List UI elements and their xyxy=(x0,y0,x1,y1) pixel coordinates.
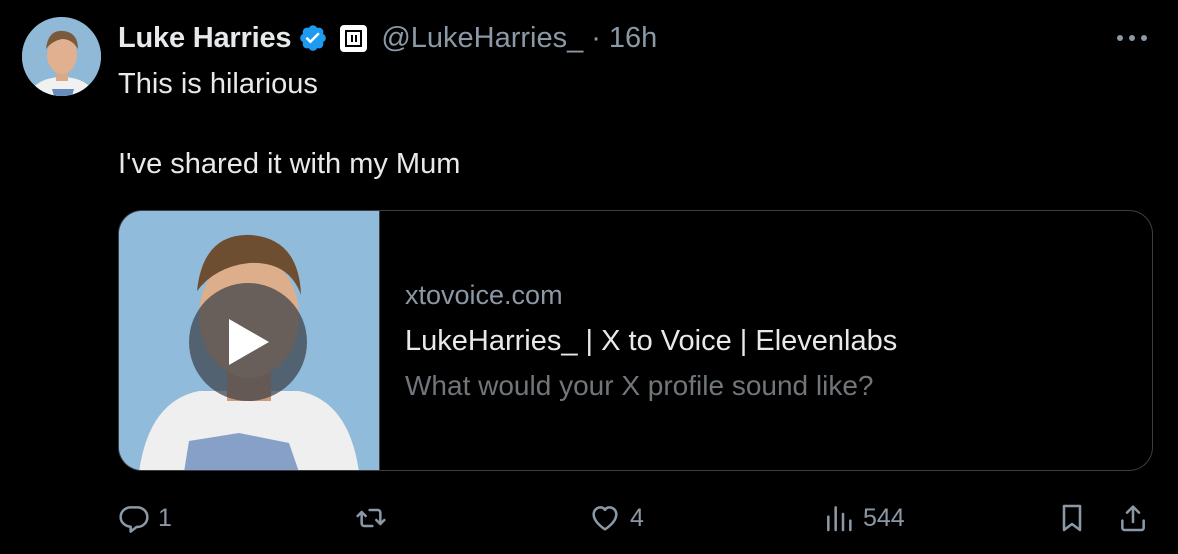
play-icon xyxy=(229,319,269,365)
bookmark-icon xyxy=(1062,504,1082,532)
heart-icon xyxy=(592,506,618,531)
tweet-text-line-1: This is hilarious xyxy=(118,68,318,100)
like-count: 4 xyxy=(630,503,644,532)
like-button[interactable]: 4 xyxy=(588,496,644,540)
tweet-header: Luke Harries @LukeHarries_ · 16h xyxy=(118,18,657,58)
link-card[interactable]: xtovoice.com LukeHarries_ | X to Voice |… xyxy=(118,210,1153,471)
display-name[interactable]: Luke Harries xyxy=(118,22,292,55)
more-button[interactable] xyxy=(1114,26,1150,50)
repost-button[interactable] xyxy=(354,496,396,540)
action-bar: 1 4 544 xyxy=(0,496,1178,540)
card-description: What would your X profile sound like? xyxy=(405,369,874,401)
handle[interactable]: @LukeHarries_ xyxy=(381,22,583,55)
card-title: LukeHarries_ | X to Voice | Elevenlabs xyxy=(405,324,898,357)
reply-button[interactable]: 1 xyxy=(118,496,172,540)
views-count: 544 xyxy=(863,503,905,532)
play-button[interactable] xyxy=(189,283,307,401)
tweet-text-line-2: I've shared it with my Mum xyxy=(118,148,461,180)
views-icon xyxy=(827,506,852,532)
tweet: Luke Harries @LukeHarries_ · 16h This is… xyxy=(0,0,1178,554)
repost-icon xyxy=(356,508,386,528)
more-icon xyxy=(1117,35,1147,41)
card-thumbnail[interactable] xyxy=(119,211,380,470)
affiliate-badge-icon[interactable] xyxy=(340,24,368,52)
views-button[interactable]: 544 xyxy=(823,496,905,540)
card-body: xtovoice.com LukeHarries_ | X to Voice |… xyxy=(380,211,897,470)
affiliate-logo-icon xyxy=(345,29,363,47)
card-domain: xtovoice.com xyxy=(405,279,563,310)
share-icon xyxy=(1121,505,1145,532)
reply-icon xyxy=(119,506,149,533)
reply-count: 1 xyxy=(158,503,172,532)
avatar-image xyxy=(22,17,101,96)
share-button[interactable] xyxy=(1117,496,1149,540)
bookmark-button[interactable] xyxy=(1056,496,1088,540)
verified-badge-icon xyxy=(298,23,328,53)
avatar[interactable] xyxy=(22,17,101,96)
timestamp[interactable]: 16h xyxy=(609,22,657,55)
separator-dot: · xyxy=(591,21,601,54)
